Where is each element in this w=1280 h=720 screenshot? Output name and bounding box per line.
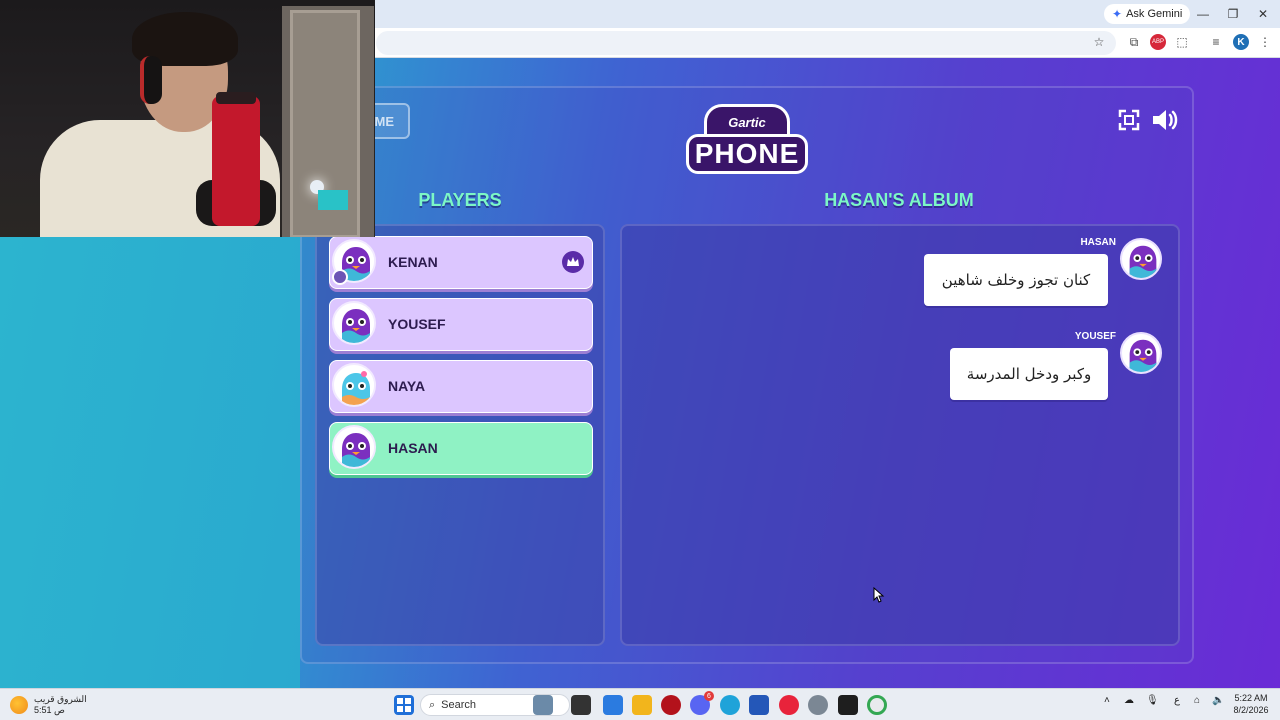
player-avatar bbox=[332, 363, 376, 407]
mic-cap bbox=[216, 92, 256, 104]
home-label: ME bbox=[374, 113, 395, 129]
message-bubble: كنان تجوز وخلف شاهين bbox=[924, 254, 1108, 306]
settings-gear-icon[interactable] bbox=[808, 695, 828, 715]
bookmark-star-icon[interactable]: ☆ bbox=[1091, 34, 1107, 50]
app-icon[interactable] bbox=[603, 695, 623, 715]
message-bubble: وكبر ودخل المدرسة bbox=[950, 348, 1108, 400]
tray-chevron-icon[interactable]: ˄ bbox=[1104, 695, 1110, 706]
fullscreen-icon[interactable] bbox=[1118, 109, 1140, 131]
headphone-icon bbox=[140, 56, 162, 104]
crown-icon bbox=[562, 251, 584, 273]
player-card-yousef[interactable]: YOUSEF bbox=[329, 298, 593, 351]
mic-tray-icon[interactable]: 🎙 bbox=[1146, 695, 1159, 706]
player-name: KENAN bbox=[388, 254, 438, 270]
message-avatar bbox=[1120, 238, 1162, 280]
message-author: YOUSEF bbox=[1074, 331, 1116, 342]
album-title: HASAN'S ALBUM bbox=[824, 190, 974, 210]
microphone-icon bbox=[212, 96, 260, 226]
weather-sun-icon bbox=[10, 696, 28, 714]
webcam-monitor bbox=[318, 190, 348, 210]
speaker-tray-icon[interactable]: 🔈 bbox=[1212, 695, 1224, 706]
player-avatar bbox=[332, 301, 376, 345]
chrome-icon[interactable] bbox=[867, 695, 887, 715]
more-menu-icon[interactable]: ⋮ bbox=[1257, 34, 1273, 50]
webcam-overlay bbox=[0, 0, 375, 237]
gemini-icon: ✦ bbox=[1112, 7, 1123, 21]
player-name: HASAN bbox=[388, 440, 438, 456]
media-app-icon[interactable] bbox=[661, 695, 681, 715]
opera-icon[interactable] bbox=[779, 695, 799, 715]
wifi-icon[interactable]: ⌂ bbox=[1194, 695, 1200, 706]
player-avatar bbox=[332, 425, 376, 469]
store-icon[interactable] bbox=[749, 695, 769, 715]
discord-icon[interactable]: 6 bbox=[690, 691, 714, 715]
logo-main-text: PHONE bbox=[686, 134, 808, 174]
player-name: NAYA bbox=[388, 378, 426, 394]
ask-gemini-label: Ask Gemini bbox=[1126, 8, 1183, 20]
background-panel bbox=[0, 237, 300, 688]
message-avatar bbox=[1120, 332, 1162, 374]
player-card-hasan[interactable]: HASAN bbox=[329, 422, 593, 475]
network-tray-icon[interactable]: ☁ bbox=[1124, 695, 1134, 706]
taskbar: الشروق قريب 5:51 ص ⌕ Search 6 ˄ ☁ 🎙 ع ⌂ … bbox=[0, 688, 1280, 720]
restore-icon[interactable]: ❐ bbox=[1218, 4, 1248, 24]
extension-icon[interactable]: ⧉ bbox=[1126, 34, 1142, 50]
widgets-icon[interactable] bbox=[533, 695, 553, 715]
profile-avatar[interactable]: K bbox=[1233, 34, 1249, 50]
volume-icon[interactable] bbox=[1151, 107, 1179, 133]
edge-icon[interactable] bbox=[720, 695, 740, 715]
close-icon[interactable]: ✕ bbox=[1248, 4, 1278, 24]
terminal-icon[interactable] bbox=[571, 695, 591, 715]
taskbar-clock[interactable]: 5:22 AM 8/2/2026 bbox=[1228, 692, 1274, 716]
search-icon: ⌕ bbox=[429, 698, 436, 711]
notification-badge: 6 bbox=[704, 691, 714, 701]
minimize-icon[interactable]: — bbox=[1188, 4, 1218, 24]
player-card-kenan[interactable]: KENAN bbox=[329, 236, 593, 289]
player-card-naya[interactable]: NAYA bbox=[329, 360, 593, 413]
address-bar[interactable] bbox=[376, 31, 1116, 55]
profile-initial: K bbox=[1237, 36, 1245, 48]
extensions-puzzle-icon[interactable]: ⬚ bbox=[1174, 34, 1190, 50]
player-name: YOUSEF bbox=[388, 316, 446, 332]
adblock-extension-icon[interactable]: ABP bbox=[1150, 34, 1166, 50]
language-indicator[interactable]: ع bbox=[1174, 695, 1180, 706]
clock-date: 8/2/2026 bbox=[1233, 705, 1269, 715]
ask-gemini-button[interactable]: ✦ Ask Gemini bbox=[1104, 4, 1191, 24]
weather-widget[interactable]: الشروق قريب 5:51 ص bbox=[10, 693, 87, 717]
app-terminal-icon[interactable] bbox=[838, 695, 858, 715]
mouse-cursor-icon bbox=[873, 587, 885, 603]
clock-time: 5:22 AM bbox=[1234, 693, 1268, 703]
adblock-badge: ABP bbox=[1151, 39, 1164, 45]
reading-list-icon[interactable]: ≡ bbox=[1208, 34, 1224, 50]
weather-title: الشروق قريب bbox=[34, 694, 87, 704]
gartic-phone-logo: Gartic PHONE bbox=[686, 104, 808, 176]
message-author: HASAN bbox=[1080, 237, 1116, 248]
windows-start-icon[interactable] bbox=[394, 695, 414, 715]
search-label: Search bbox=[441, 699, 477, 711]
weather-time: 5:51 ص bbox=[34, 705, 65, 715]
host-badge-icon bbox=[332, 269, 348, 285]
file-explorer-icon[interactable] bbox=[632, 695, 652, 715]
